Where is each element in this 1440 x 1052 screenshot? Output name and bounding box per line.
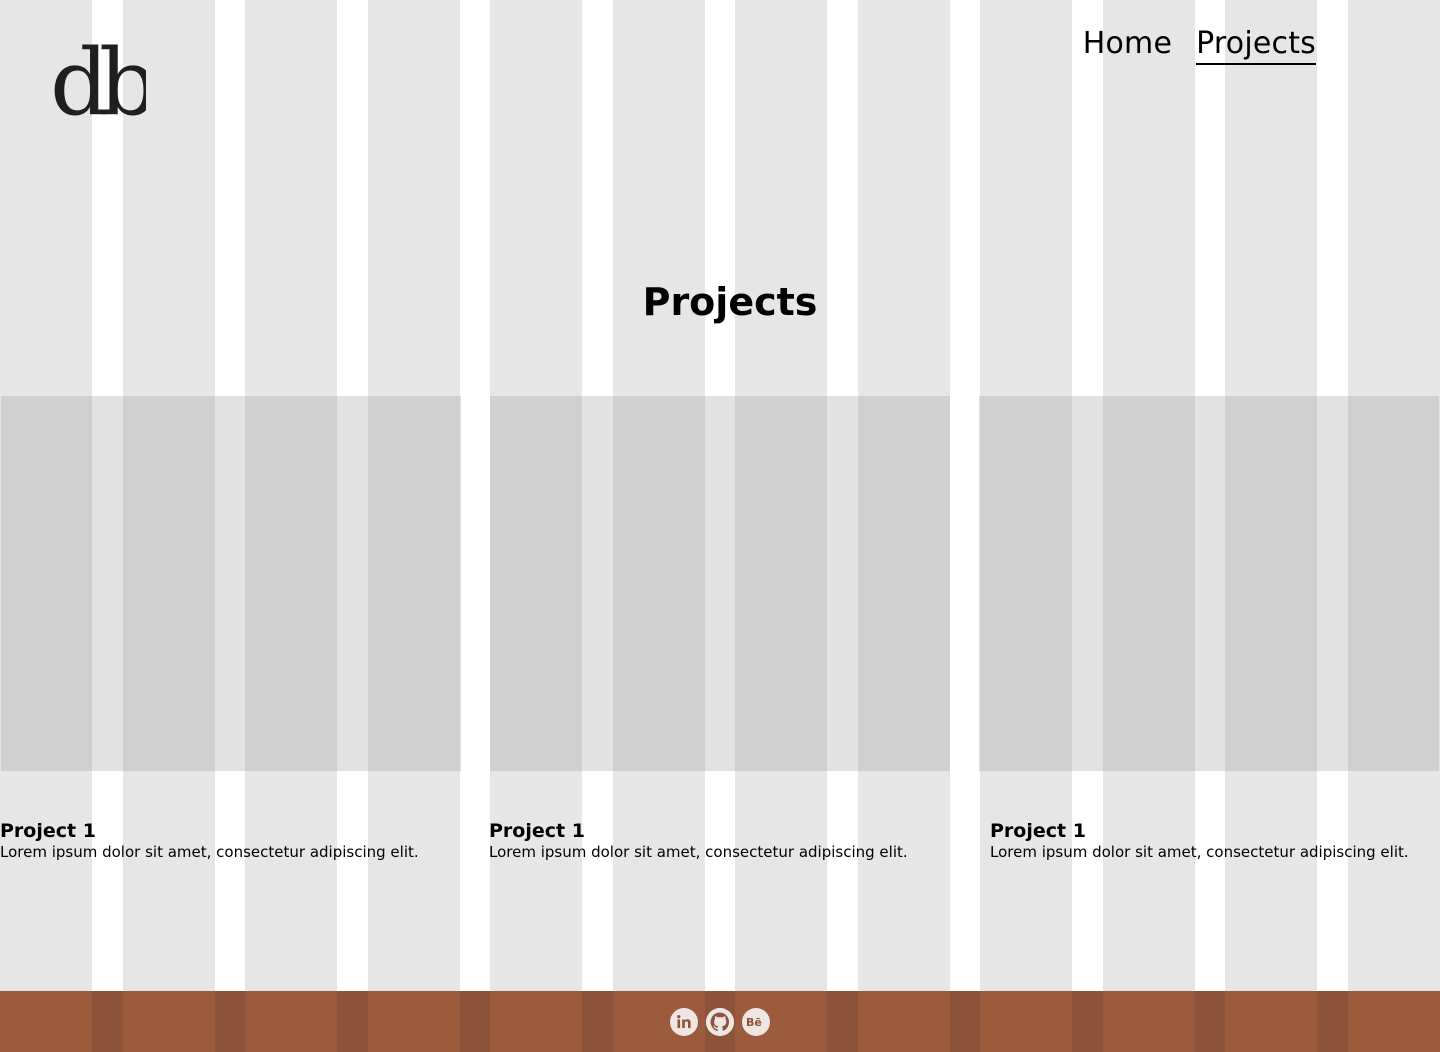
project-description: Lorem ipsum dolor sit amet, consectetur … [0, 843, 419, 861]
linkedin-icon[interactable] [670, 1008, 698, 1036]
project-card-text: Project 1 Lorem ipsum dolor sit amet, co… [489, 820, 908, 862]
nav-home-link[interactable]: Home [1083, 26, 1172, 65]
project-image-placeholder[interactable] [1, 396, 461, 771]
project-description: Lorem ipsum dolor sit amet, consectetur … [990, 843, 1409, 861]
svg-text:Bē: Bē [746, 1016, 762, 1029]
behance-icon[interactable]: Bē [742, 1008, 770, 1036]
project-title[interactable]: Project 1 [0, 820, 419, 842]
project-image-placeholder[interactable] [490, 396, 950, 771]
logo[interactable]: db [50, 29, 164, 136]
project-title[interactable]: Project 1 [990, 820, 1409, 842]
nav-projects-link[interactable]: Projects [1196, 26, 1316, 65]
github-icon[interactable] [706, 1008, 734, 1036]
social-links: Bē [670, 1008, 770, 1036]
page-title: Projects [642, 280, 818, 324]
project-image-placeholder[interactable] [979, 396, 1439, 771]
logo-mark: db [50, 29, 164, 136]
project-card-text: Project 1 Lorem ipsum dolor sit amet, co… [990, 820, 1409, 862]
svg-text:db: db [50, 36, 146, 118]
main-nav: Home Projects [1083, 26, 1316, 65]
project-title[interactable]: Project 1 [489, 820, 908, 842]
project-description: Lorem ipsum dolor sit amet, consectetur … [489, 843, 908, 861]
project-card-text: Project 1 Lorem ipsum dolor sit amet, co… [0, 820, 419, 862]
